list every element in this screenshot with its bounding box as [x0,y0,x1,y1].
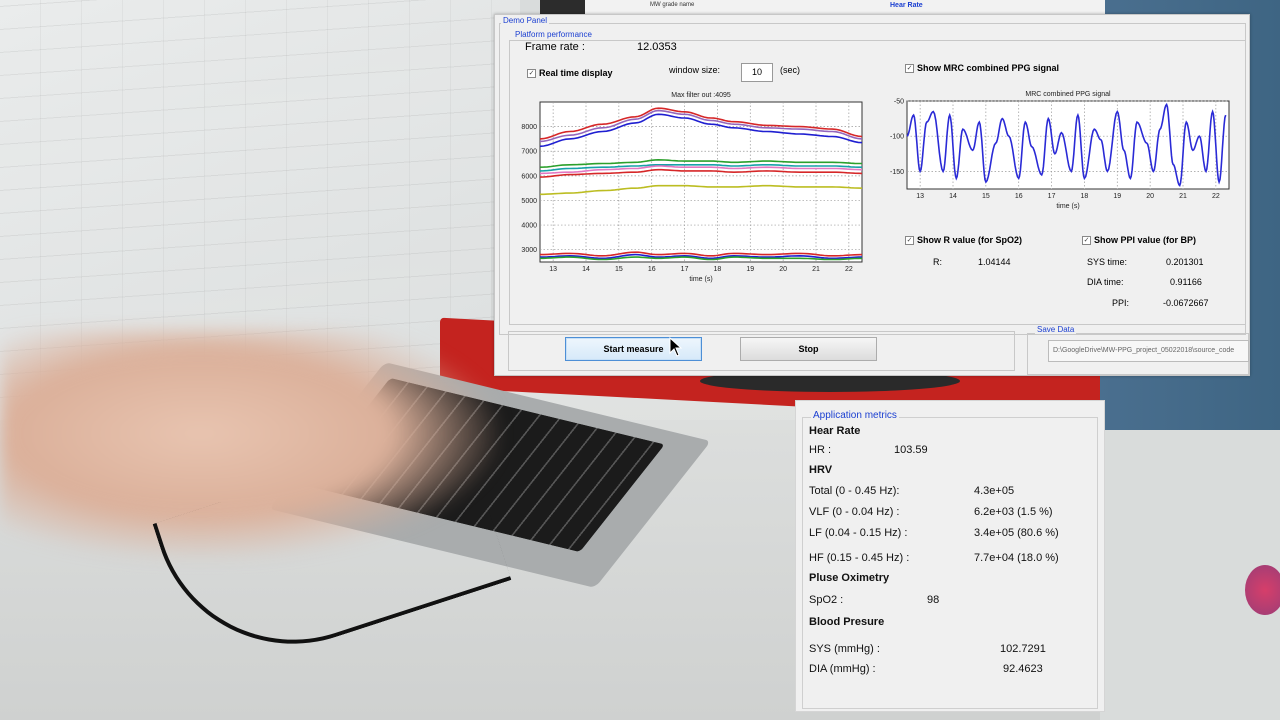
y-tick-label: -100 [890,134,904,141]
x-axis-label: time (s) [1056,203,1079,210]
y-tick-label: 3000 [521,247,537,254]
check-icon: ✓ [527,68,536,78]
x-tick-label: 18 [1081,193,1089,200]
show-r-checkbox[interactable]: ✓ Show R value (for SpO2) [905,235,1022,245]
y-tick-label: -150 [890,169,904,176]
x-tick-label: 17 [681,266,689,273]
y-tick-label: -50 [894,99,904,106]
realtime-display-checkbox[interactable]: ✓ Real time display [527,68,613,78]
x-tick-label: 22 [1212,193,1220,200]
x-tick-label: 14 [949,193,957,200]
x-tick-label: 15 [615,266,623,273]
x-tick-label: 19 [1113,193,1121,200]
show-r-label: Show R value (for SpO2) [917,235,1023,245]
ppi-label: PPI: [1112,298,1130,308]
dia-value: 92.4623 [1003,663,1043,675]
show-ppi-checkbox[interactable]: ✓ Show PPI value (for BP) [1082,235,1196,245]
demo-panel: Demo Panel Platform performance Frame ra… [494,14,1250,376]
ppi-value: -0.0672667 [1163,298,1209,308]
r-label: R: [933,257,942,267]
lf-value: 3.4e+05 (80.6 %) [974,527,1059,539]
check-icon: ✓ [905,63,914,73]
y-tick-label: 7000 [521,149,537,156]
save-data-title: Save Data [1035,325,1077,334]
check-icon: ✓ [905,235,914,245]
total-label: Total (0 - 0.45 Hz): [809,485,900,497]
hrv-heading: HRV [809,464,833,476]
x-tick-label: 16 [1015,193,1023,200]
show-mrc-checkbox[interactable]: ✓ Show MRC combined PPG signal [905,63,1059,73]
dia-label: DIA (mmHg) : [809,663,876,675]
total-value: 4.3e+05 [974,485,1015,497]
metrics-title: Application metrics [811,410,899,421]
oximetry-heading: Pluse Oximetry [809,572,890,584]
show-ppi-label: Show PPI value (for BP) [1094,235,1197,245]
spo2-label: SpO2 : [809,594,844,606]
sys-time-label: SYS time: [1087,257,1128,267]
x-tick-label: 19 [746,266,754,273]
frame-rate-value: 12.0353 [637,41,677,53]
platform-group-title: Platform performance [513,30,594,39]
chart-title: Max filter out :4095 [671,92,731,99]
heart-rate-heading: Hear Rate [809,425,861,437]
vlf-label: VLF (0 - 0.04 Hz) : [809,506,900,518]
x-tick-label: 21 [1179,193,1187,200]
hf-label: HF (0.15 - 0.45 Hz) : [809,552,910,564]
x-tick-label: 13 [549,266,557,273]
y-tick-label: 5000 [521,198,537,205]
sys-label: SYS (mmHg) : [809,643,880,655]
x-tick-label: 20 [779,266,787,273]
x-tick-label: 21 [812,266,820,273]
chart-title: MRC combined PPG signal [1025,91,1111,98]
frame-rate-label: Frame rate : [525,41,585,53]
x-tick-label: 20 [1146,193,1154,200]
hr-label: HR : [809,444,831,456]
x-tick-label: 14 [582,266,590,273]
blood-pressure-heading: Blood Presure [809,616,885,628]
application-metrics-panel: Application metrics Hear Rate HR : 103.5… [795,400,1105,712]
window-size-label: window size: [669,65,721,75]
demo-panel-title: Demo Panel [501,16,550,25]
mrc-ppg-chart: 13 14 15 16 17 18 19 20 21 22 -50 -100 -150 MRC combi… [890,91,1230,210]
screen-snippet: Hear Rate [890,2,923,9]
hr-value: 103.59 [894,444,928,456]
background-screen: MW grade name Hear Rate [585,0,1105,14]
y-tick-label: 6000 [521,173,537,180]
window-size-input[interactable]: 10 [741,63,773,82]
x-tick-label: 22 [845,266,853,273]
screen-snippet: MW grade name [650,2,695,8]
stop-button[interactable]: Stop [740,337,877,361]
lf-label: LF (0.04 - 0.15 Hz) : [809,527,908,539]
show-mrc-label: Show MRC combined PPG signal [917,63,1060,73]
r-value: 1.04144 [978,257,1011,267]
y-tick-label: 4000 [521,223,537,230]
dia-time-label: DIA time: [1087,277,1124,287]
spo2-value: 98 [927,594,940,606]
save-path-field[interactable]: D:\GoogleDrive\MW-PPG_project_05022018\s… [1048,340,1249,362]
check-icon: ✓ [1082,235,1091,245]
x-tick-label: 17 [1048,193,1056,200]
y-tick-label: 8000 [521,124,537,131]
dia-time-value: 0.91166 [1170,277,1202,287]
sys-time-value: 0.201301 [1166,257,1204,267]
mouse-cursor-icon [669,337,683,357]
vlf-value: 6.2e+03 (1.5 %) [974,506,1053,518]
pink-object [1245,565,1280,615]
raw-signal-chart: 13 14 15 16 17 18 19 20 21 22 3000 4000 5000 6000 7000… [521,92,863,283]
plot-area [539,101,863,263]
x-axis-label: time (s) [689,276,712,283]
x-tick-label: 18 [714,266,722,273]
x-tick-label: 16 [648,266,656,273]
x-tick-label: 15 [982,193,990,200]
sys-value: 102.7291 [1000,643,1046,655]
window-size-unit: (sec) [780,65,800,75]
x-tick-label: 13 [916,193,924,200]
realtime-display-label: Real time display [539,68,613,78]
hf-value: 7.7e+04 (18.0 %) [974,552,1059,564]
